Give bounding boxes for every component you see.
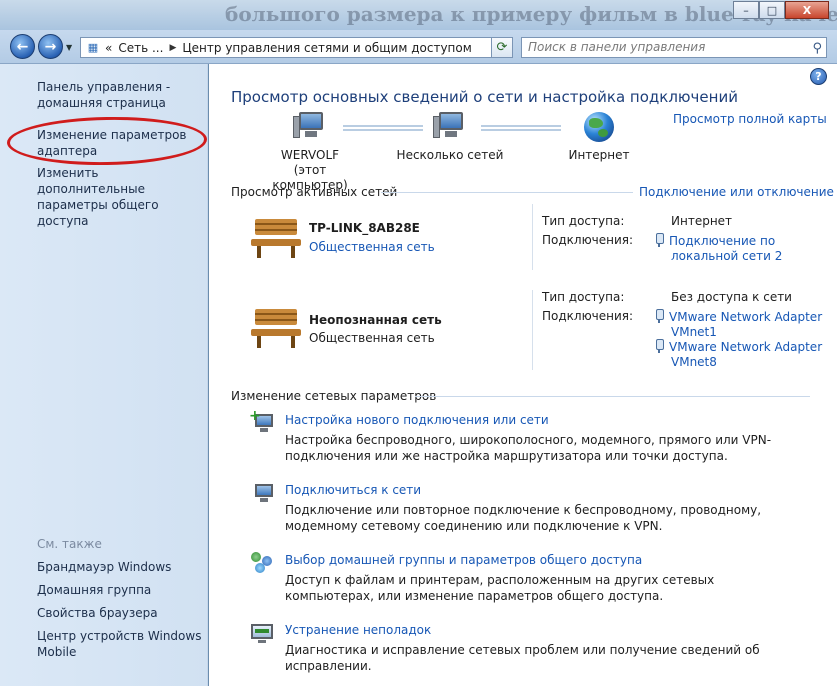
breadcrumb-network-center[interactable]: Центр управления сетями и общим доступом [182, 41, 471, 55]
sidebar-link-firewall[interactable]: Брандмауэр Windows [37, 559, 205, 575]
connections-label: Подключения: [542, 233, 634, 247]
connection-link[interactable]: VMware Network Adapter VMnet8 [655, 339, 822, 370]
network-adapter-icon [655, 339, 664, 353]
homegroup-link[interactable]: Выбор домашней группы и параметров общег… [285, 553, 642, 567]
forward-button[interactable]: → [38, 34, 63, 59]
troubleshoot-icon [249, 622, 275, 644]
sidebar-link-device-center[interactable]: Центр устройств Windows Mobile [37, 628, 205, 660]
connection-link[interactable]: Подключение по локальной сети 2 [655, 233, 782, 264]
section-divider [415, 396, 810, 397]
address-prefix[interactable]: « [105, 41, 112, 55]
connection-link[interactable]: VMware Network Adapter VMnet1 [655, 309, 822, 340]
page-title: Просмотр основных сведений о сети и наст… [231, 88, 738, 106]
help-icon: ? [815, 70, 822, 83]
minimize-button[interactable]: – [733, 1, 759, 19]
network-icon: ▦ [87, 41, 99, 54]
public-network-icon [251, 219, 301, 259]
arrow-left-icon: ← [16, 38, 29, 55]
computer-icon [293, 112, 327, 142]
maximize-button[interactable]: □ [759, 1, 785, 19]
networks-label: Несколько сетей [396, 148, 504, 162]
new-connection-description: Настройка беспроводного, широкополосного… [285, 433, 772, 463]
homegroup-description: Доступ к файлам и принтерам, расположенн… [285, 573, 715, 603]
breadcrumb-network[interactable]: Сеть ... [118, 41, 163, 55]
sidebar-link-sharing-settings[interactable]: Изменить дополнительные параметры общего… [37, 165, 205, 229]
homegroup-icon [249, 550, 275, 574]
navigation-bar: ← → ▼ ▦ « Сеть ... ▶ Центр управления се… [0, 30, 837, 64]
search-icon[interactable]: ⚲ [812, 39, 822, 58]
connection-link-line2[interactable]: локальной сети 2 [671, 249, 782, 263]
help-button[interactable]: ? [810, 68, 827, 85]
connect-network-link[interactable]: Подключиться к сети [285, 483, 421, 497]
connections-label: Подключения: [542, 309, 634, 323]
public-network-icon [251, 309, 301, 349]
search-placeholder: Поиск в панели управления [528, 40, 706, 54]
network-adapter-icon [655, 309, 664, 323]
access-type-label: Тип доступа: [542, 290, 625, 304]
new-connection-link[interactable]: Настройка нового подключения или сети [285, 413, 549, 427]
connection-link-line1[interactable]: VMware Network Adapter [669, 340, 822, 354]
sidebar-link-browser-properties[interactable]: Свойства браузера [37, 605, 205, 621]
arrow-right-icon: → [44, 38, 57, 55]
change-settings-heading: Изменение сетевых параметров [231, 389, 437, 403]
active-networks-heading: Просмотр активных сетей [231, 185, 398, 199]
map-node-internet: Интернет [544, 112, 654, 163]
connect-disconnect-link[interactable]: Подключение или отключение [639, 185, 834, 199]
refresh-button[interactable]: ⟳ [491, 37, 513, 58]
internet-label: Интернет [568, 148, 630, 162]
address-bar[interactable]: ▦ « Сеть ... ▶ Центр управления сетями и… [80, 37, 513, 58]
troubleshoot-description: Диагностика и исправление сетевых пробле… [285, 643, 760, 673]
close-button[interactable]: X [785, 1, 829, 19]
connection-link-line1[interactable]: VMware Network Adapter [669, 310, 822, 324]
connection-link-line2[interactable]: VMnet1 [671, 325, 717, 339]
new-connection-icon: + [249, 409, 275, 434]
section-divider [381, 192, 633, 193]
main-content: ? Просмотр основных сведений о сети и на… [209, 64, 837, 686]
computer-name: WERVOLF [280, 148, 340, 162]
sidebar-link-homegroup[interactable]: Домашняя группа [37, 582, 205, 598]
access-type-value: Интернет [671, 214, 733, 228]
connection-link-line1[interactable]: Подключение по [669, 234, 775, 248]
connect-network-icon [249, 480, 275, 504]
vertical-divider [532, 204, 533, 270]
map-node-networks: Несколько сетей [395, 112, 505, 163]
troubleshoot-link[interactable]: Устранение неполадок [285, 623, 431, 637]
window-controls: – □ X [733, 1, 829, 19]
network-name: TP-LINK_8AB28E [309, 221, 420, 235]
network-type: Общественная сеть [309, 331, 435, 345]
vertical-divider [532, 290, 533, 370]
refresh-icon: ⟳ [496, 40, 508, 55]
access-type-value: Без доступа к сети [671, 290, 792, 304]
recent-pages-dropdown[interactable]: ▼ [66, 43, 72, 52]
network-adapter-icon [655, 233, 664, 247]
breadcrumb-separator-icon[interactable]: ▶ [169, 43, 176, 53]
title-bar: большого размера к примеру фильм в blue-… [0, 0, 837, 30]
globe-icon [584, 112, 614, 142]
see-also-heading: См. также [37, 537, 102, 551]
back-button[interactable]: ← [10, 34, 35, 59]
search-input[interactable]: Поиск в панели управления ⚲ [521, 37, 827, 58]
connection-link-line2[interactable]: VMnet8 [671, 355, 717, 369]
view-full-map-link[interactable]: Просмотр полной карты [673, 112, 827, 126]
network-name: Неопознанная сеть [309, 313, 442, 327]
sidebar-link-home[interactable]: Панель управления - домашняя страница [37, 79, 205, 111]
connect-network-description: Подключение или повторное подключение к … [285, 503, 762, 533]
multiple-networks-icon [433, 112, 467, 142]
network-type-link[interactable]: Общественная сеть [309, 240, 435, 254]
access-type-label: Тип доступа: [542, 214, 625, 228]
